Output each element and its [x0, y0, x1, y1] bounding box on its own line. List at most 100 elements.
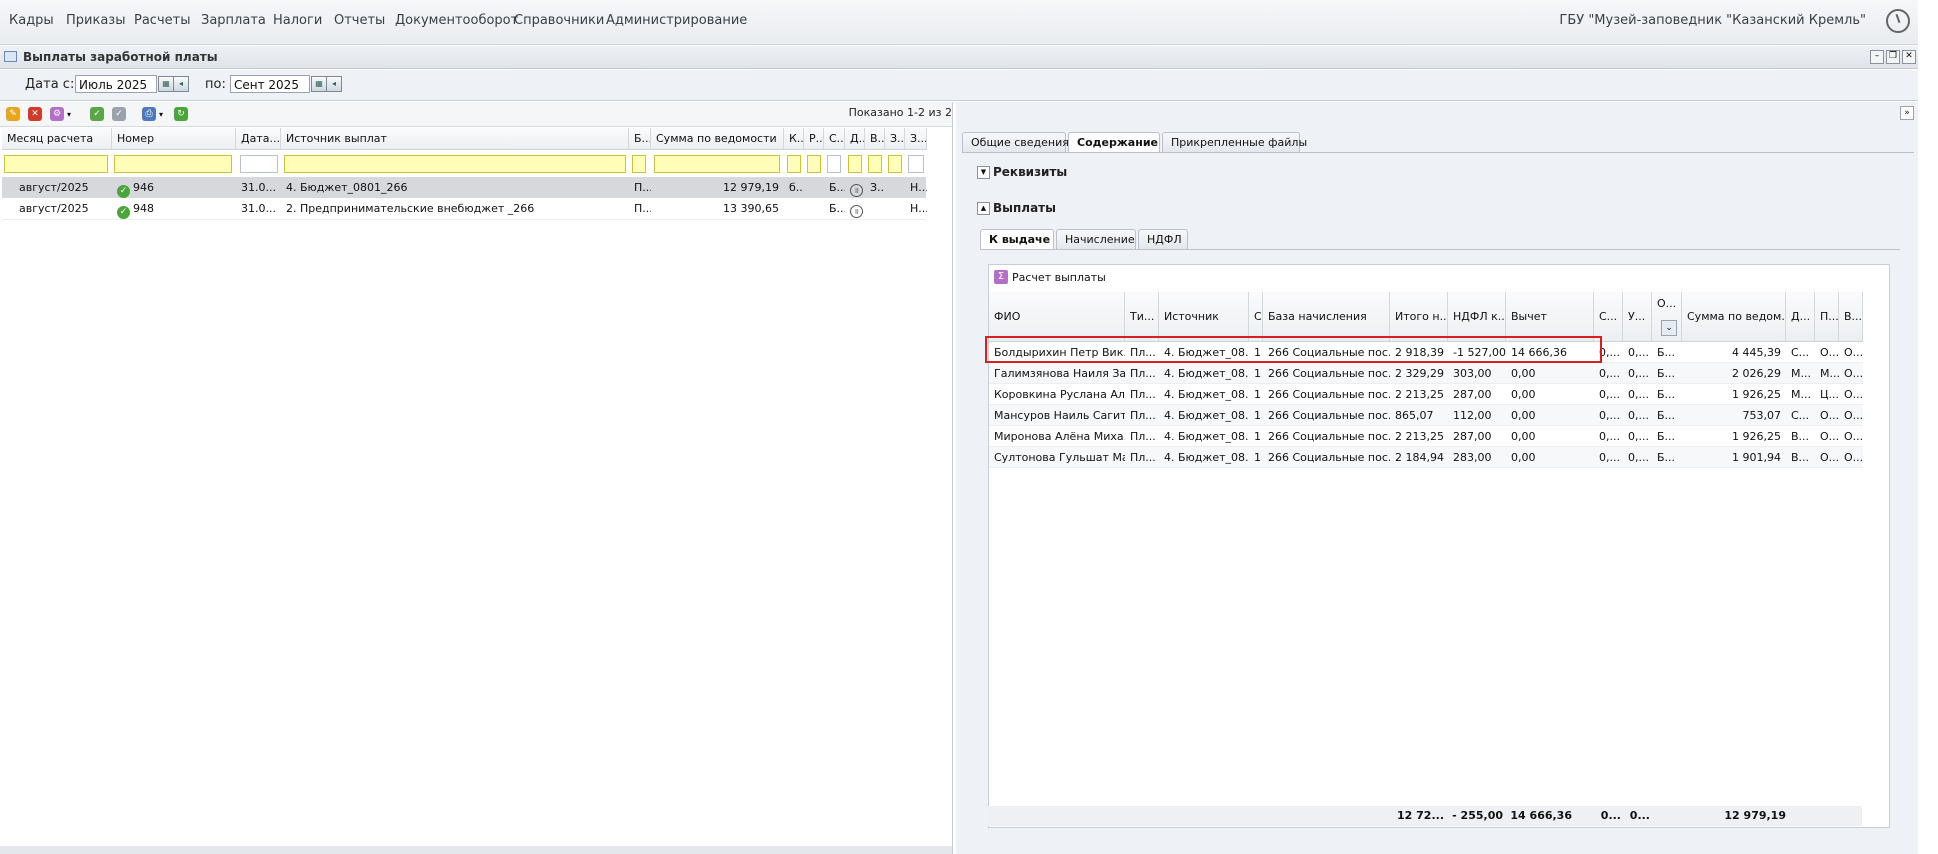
column-header-source[interactable]: Источник выплат — [281, 128, 629, 150]
print-icon[interactable]: ⎙ — [142, 107, 156, 121]
cell-s2: 0,... — [1594, 363, 1623, 384]
filter-z[interactable] — [888, 155, 902, 173]
column-header-sum[interactable]: Сумма по ведом... — [1682, 292, 1786, 342]
filter-d[interactable] — [848, 155, 862, 173]
column-header-v[interactable]: В... — [1839, 292, 1863, 342]
cell-ndfl: 287,00 — [1448, 426, 1506, 447]
sigma-icon[interactable]: Σ — [994, 270, 1008, 284]
calendar-clear-icon[interactable]: ◂ — [173, 76, 189, 92]
cell-type: Пл... — [1125, 426, 1159, 447]
filter-number[interactable] — [114, 155, 232, 173]
column-header-s2[interactable]: С... — [1594, 292, 1623, 342]
column-header-source[interactable]: Источник — [1159, 292, 1249, 342]
column-header-p[interactable]: П... — [1815, 292, 1839, 342]
section-payments[interactable]: Выплаты — [993, 201, 1056, 215]
filter-v[interactable] — [868, 155, 882, 173]
date-to-input[interactable]: Сент 2025 — [230, 75, 310, 93]
filter-b[interactable] — [632, 155, 646, 173]
menu-kadry[interactable]: Кадры — [9, 13, 54, 28]
subtab-ndfl[interactable]: НДФЛ — [1138, 229, 1188, 249]
filter-s[interactable] — [827, 155, 841, 173]
calendar-clear-icon[interactable]: ◂ — [326, 76, 342, 92]
filter-k[interactable] — [787, 155, 801, 173]
menu-administrirovanie[interactable]: Администрирование — [606, 13, 747, 28]
column-header-base[interactable]: База начисления — [1263, 292, 1390, 342]
column-header-total[interactable]: Итого н... — [1390, 292, 1448, 342]
calc-payment-button[interactable]: Расчет выплаты — [1012, 271, 1106, 284]
cell-total: 865,07 — [1390, 405, 1448, 426]
column-header-u[interactable]: У... — [1623, 292, 1652, 342]
subtab-accrual[interactable]: Начисление — [1056, 229, 1136, 249]
menu-otchety[interactable]: Отчеты — [334, 13, 385, 28]
menu-dokumentooborot[interactable]: Документооборот — [395, 13, 518, 28]
clock-icon[interactable] — [1886, 9, 1910, 33]
menu-zarplata[interactable]: Зарплата — [201, 13, 266, 28]
cell-source: 4. Бюджет_08... — [1159, 384, 1249, 405]
menu-spravochniki[interactable]: Справочники — [514, 13, 604, 28]
calendar-icon[interactable]: ▦ — [158, 76, 174, 92]
chevron-down-icon[interactable]: ▾ — [159, 110, 163, 119]
column-header-d[interactable]: Д... — [845, 128, 865, 150]
filter-date[interactable] — [240, 155, 278, 173]
filter-sum[interactable] — [654, 155, 780, 173]
calendar-icon[interactable]: ▦ — [311, 76, 327, 92]
chevron-down-icon[interactable]: ⌄ — [1661, 320, 1677, 336]
filter-month[interactable] — [4, 155, 108, 173]
tab-general[interactable]: Общие сведения — [962, 132, 1069, 152]
tab-attached-files[interactable]: Прикрепленные файлы — [1162, 132, 1307, 152]
tab-content[interactable]: Содержание — [1068, 132, 1160, 152]
cell-s: Б... — [829, 202, 845, 215]
filter-r[interactable] — [807, 155, 821, 173]
minimize-icon[interactable]: – — [1870, 50, 1884, 64]
cell-o: Б... — [1652, 426, 1682, 447]
column-header-k[interactable]: К... — [784, 128, 804, 150]
cell-p: О... — [1815, 447, 1839, 468]
column-header-z[interactable]: З... — [885, 128, 905, 150]
refresh-icon[interactable]: ↻ — [174, 107, 188, 121]
chevron-down-icon[interactable]: ▾ — [67, 110, 71, 119]
column-header-sum[interactable]: Сумма по ведомости — [651, 128, 784, 150]
column-header-type[interactable]: Ти... — [1125, 292, 1159, 342]
column-header-ndfl[interactable]: НДФЛ к... — [1448, 292, 1506, 342]
date-from-input[interactable]: Июль 2025 — [75, 75, 157, 93]
column-header-deduction[interactable]: Вычет — [1506, 292, 1594, 342]
cell-sum: 1 926,25 — [1682, 384, 1786, 405]
close-icon[interactable]: ✕ — [1902, 50, 1916, 64]
menu-raschety[interactable]: Расчеты — [134, 13, 190, 28]
collapse-icon[interactable]: ▲ — [977, 202, 990, 215]
filter-source[interactable] — [284, 155, 626, 173]
column-header-v[interactable]: В... — [865, 128, 885, 150]
cell-v: О... — [1839, 447, 1863, 468]
column-header-month[interactable]: Месяц расчета — [2, 128, 112, 150]
column-header-date[interactable]: Дата... — [236, 128, 281, 150]
collapse-icon[interactable]: ▼ — [977, 166, 990, 179]
window-title: Выплаты заработной платы — [23, 50, 218, 64]
column-header-s[interactable]: С — [1249, 292, 1263, 342]
menu-prikazy[interactable]: Приказы — [66, 13, 125, 28]
column-header-r[interactable]: Р... — [804, 128, 824, 150]
date-to-label: по: — [205, 77, 226, 92]
cell-d: В... — [1786, 447, 1815, 468]
filter-z2[interactable] — [908, 155, 924, 173]
horizontal-scrollbar[interactable] — [0, 846, 952, 854]
column-header-z2[interactable]: З... — [905, 128, 927, 150]
cell-s: Б... — [829, 181, 845, 194]
section-requisites[interactable]: Реквизиты — [993, 165, 1067, 179]
delete-icon[interactable]: ✕ — [28, 107, 42, 121]
cell-ndfl: 287,00 — [1448, 384, 1506, 405]
column-header-number[interactable]: Номер — [112, 128, 236, 150]
unapprove-icon[interactable]: ✓ — [112, 107, 126, 121]
subtab-to-pay[interactable]: К выдаче — [980, 229, 1054, 249]
expand-panel-icon[interactable]: » — [1900, 106, 1914, 120]
column-header-b[interactable]: Б... — [629, 128, 651, 150]
column-header-o[interactable]: О... ⌄ — [1652, 292, 1682, 342]
column-header-fio[interactable]: ФИО — [989, 292, 1125, 342]
restore-icon[interactable]: ❐ — [1886, 50, 1900, 64]
column-header-s[interactable]: С... — [824, 128, 845, 150]
actions-icon[interactable]: ⚙ — [50, 107, 64, 121]
cell-deduction: 0,00 — [1506, 426, 1594, 447]
menu-nalogi[interactable]: Налоги — [273, 13, 322, 28]
edit-icon[interactable]: ✎ — [6, 107, 20, 121]
column-header-d[interactable]: Д... — [1786, 292, 1815, 342]
approve-icon[interactable]: ✓ — [90, 107, 104, 121]
